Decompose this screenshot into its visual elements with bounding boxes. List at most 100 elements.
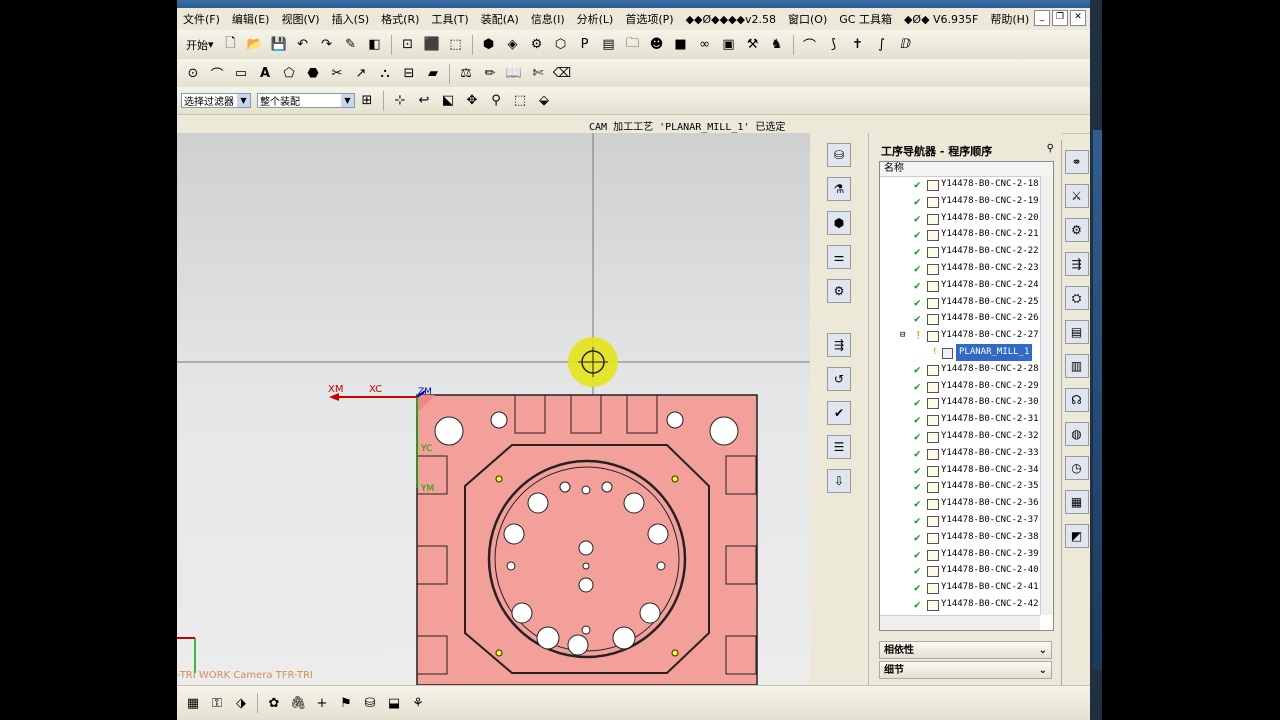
program-row[interactable]: ✔ Y14478-B0-CNC-2-29 [880, 378, 1040, 395]
project-icon[interactable]: ⊟ [399, 64, 419, 84]
program-row[interactable]: ✔ Y14478-B0-CNC-2-42 [880, 596, 1040, 613]
extend-icon[interactable]: ↗ [351, 64, 371, 84]
menu-item[interactable]: 窗口(O) [782, 11, 833, 27]
close-icon[interactable]: ✕ [1070, 10, 1086, 26]
graphics-viewport[interactable]: XM XC ZM YC YM -TRI WORK Camera TFR-TRI [177, 133, 811, 685]
program-row[interactable]: ✔ Y14478-B0-CNC-2-36 [880, 495, 1040, 512]
rectangle-icon[interactable]: ▭ [231, 64, 251, 84]
undo-icon[interactable]: ↶ [293, 35, 313, 55]
scissors-icon[interactable]: ✄ [528, 64, 548, 84]
program-row[interactable]: ✔ Y14478-B0-CNC-2-31 [880, 411, 1040, 428]
details-panel[interactable]: 细节 ⌄ [879, 661, 1052, 679]
create-program-icon[interactable]: ⛁ [827, 143, 851, 167]
open-folder-icon[interactable]: 📂 [245, 35, 265, 55]
assembly-icon[interactable]: ⚿ [207, 693, 227, 713]
system-materials-icon[interactable]: ◩ [1064, 524, 1089, 548]
program-row[interactable]: ✔ Y14478-B0-CNC-2-33 [880, 445, 1040, 462]
cross-icon[interactable]: ✝ [848, 35, 868, 55]
create-tool-icon[interactable]: ⚗ [827, 177, 851, 201]
menu-item[interactable]: 帮助(H) [984, 11, 1035, 27]
trim-icon[interactable]: ✂ [327, 64, 347, 84]
return-icon[interactable]: ↩ [414, 91, 434, 111]
program-row[interactable]: ✔ Y14478-B0-CNC-2-22 [880, 243, 1040, 260]
program-row[interactable]: ⊟! Y14478-B0-CNC-2-27 [880, 327, 1040, 344]
navigator-tree[interactable]: 名称 ✔ Y14478-B0-CNC-2-18 ✔ Y14478-B0-CNC-2-1… [879, 161, 1054, 631]
cylinder-icon[interactable]: ⛁ [360, 693, 380, 713]
box-icon[interactable]: ▣ [719, 35, 739, 55]
menu-item[interactable]: 视图(V) [275, 11, 325, 27]
horizontal-scrollbar[interactable] [880, 615, 1040, 630]
measure-icon[interactable]: ⚖ [456, 64, 476, 84]
program-row[interactable]: ✔ Y14478-B0-CNC-2-20 [880, 210, 1040, 227]
program-row[interactable]: ✔ Y14478-B0-CNC-2-38 [880, 529, 1040, 546]
generate-path-icon[interactable]: ⇶ [827, 333, 851, 357]
flag-icon[interactable]: ⚑ [336, 693, 356, 713]
operation-row-selected[interactable]: ! PLANAR_MILL_1 [880, 344, 1040, 361]
offset-curve-icon[interactable]: ⬣ [303, 64, 323, 84]
view-cube-icon[interactable]: ⬙ [534, 91, 554, 111]
shaded-view-icon[interactable]: ⬛ [422, 35, 442, 55]
program-row[interactable]: ✔ Y14478-B0-CNC-2-40 [880, 562, 1040, 579]
layers-icon[interactable]: ◧ [365, 35, 385, 55]
folder-icon[interactable]: 🗀 [623, 35, 643, 55]
part-navigator-icon[interactable]: ⚙ [1064, 218, 1089, 242]
wrench-icon[interactable]: ⚒ [743, 35, 763, 55]
pencil-icon[interactable]: ✏ [480, 64, 500, 84]
geometry-icon[interactable]: ⬡ [551, 35, 571, 55]
redo-icon[interactable]: ↷ [317, 35, 337, 55]
start-menu-button[interactable]: 开始 ▾ [183, 35, 217, 55]
text-icon[interactable]: A [255, 64, 275, 84]
minimize-icon[interactable]: _ [1034, 10, 1050, 26]
new-file-icon[interactable]: 🗋 [221, 35, 241, 55]
operation-navigator-tab-icon[interactable]: ⇶ [1064, 252, 1089, 276]
roles-icon[interactable]: ▦ [1064, 490, 1089, 514]
program-row[interactable]: ✔ Y14478-B0-CNC-2-32 [880, 428, 1040, 445]
shop-doc-icon[interactable]: ▤ [599, 35, 619, 55]
menu-item[interactable]: 格式(R) [375, 11, 425, 27]
post-process-icon[interactable]: ⇩ [827, 469, 851, 493]
constraint-navigator-icon[interactable]: ⚔ [1064, 184, 1089, 208]
select-edge-icon[interactable]: ⚲ [486, 91, 506, 111]
create-method-icon[interactable]: ⚌ [827, 245, 851, 269]
save-icon[interactable]: 💾 [269, 35, 289, 55]
feature-icon[interactable]: ◈ [503, 35, 523, 55]
bridge-icon[interactable]: ⛬ [375, 64, 395, 84]
assembly-navigator-icon[interactable]: ⚭ [1064, 150, 1089, 174]
pin-icon[interactable]: ⚲ [1047, 143, 1054, 154]
program-row[interactable]: ✔ Y14478-B0-CNC-2-30 [880, 394, 1040, 411]
menu-item[interactable]: 装配(A) [475, 11, 525, 27]
postprocess-icon[interactable]: P [575, 35, 595, 55]
restore-icon[interactable]: ❐ [1052, 10, 1068, 26]
menu-item[interactable]: 编辑(E) [226, 11, 276, 27]
program-row[interactable]: ✔ Y14478-B0-CNC-2-34 [880, 462, 1040, 479]
dependencies-panel[interactable]: 相依性 ⌄ [879, 641, 1052, 659]
part-icon[interactable]: ⬢ [479, 35, 499, 55]
menu-item[interactable]: 文件(F) [177, 11, 226, 27]
wireframe-view-icon[interactable]: ⬚ [446, 35, 466, 55]
select-body-icon[interactable]: ⬕ [438, 91, 458, 111]
program-row[interactable]: ✔ Y14478-B0-CNC-2-35 [880, 478, 1040, 495]
menu-item[interactable]: 插入(S) [326, 11, 376, 27]
select-all-icon[interactable]: ⊞ [357, 91, 377, 111]
curve-icon[interactable]: ⌒ [800, 35, 820, 55]
red-cube-icon[interactable]: ■ [671, 35, 691, 55]
spline-icon[interactable]: ∫ [872, 35, 892, 55]
glasses-icon[interactable]: ∞ [695, 35, 715, 55]
program-row[interactable]: ✔ Y14478-B0-CNC-2-18 [880, 176, 1040, 193]
program-row[interactable]: ✔ Y14478-B0-CNC-2-23 [880, 260, 1040, 277]
vertical-scrollbar[interactable] [1040, 176, 1053, 615]
create-geometry-icon[interactable]: ⬢ [827, 211, 851, 235]
verify-path-icon[interactable]: ✔ [827, 401, 851, 425]
stack-icon[interactable]: ⬓ [384, 693, 404, 713]
eraser-icon[interactable]: ⌫ [552, 64, 572, 84]
program-row[interactable]: ✔ Y14478-B0-CNC-2-37 [880, 512, 1040, 529]
rectangle-select-icon[interactable]: ⬚ [510, 91, 530, 111]
arc-tool-icon[interactable]: ⌒ [207, 64, 227, 84]
view-fit-icon[interactable]: ⊡ [398, 35, 418, 55]
menu-item[interactable]: ◆Ø◆ V6.935F [898, 13, 984, 26]
animal-icon[interactable]: ☻ [647, 35, 667, 55]
program-row[interactable]: ✔ Y14478-B0-CNC-2-39 [880, 546, 1040, 563]
menu-item[interactable]: 首选项(P) [619, 11, 679, 27]
menu-item[interactable]: ◆◆Ø◆◆◆◆v2.58 [680, 13, 782, 26]
book-icon[interactable]: 📖 [504, 64, 524, 84]
